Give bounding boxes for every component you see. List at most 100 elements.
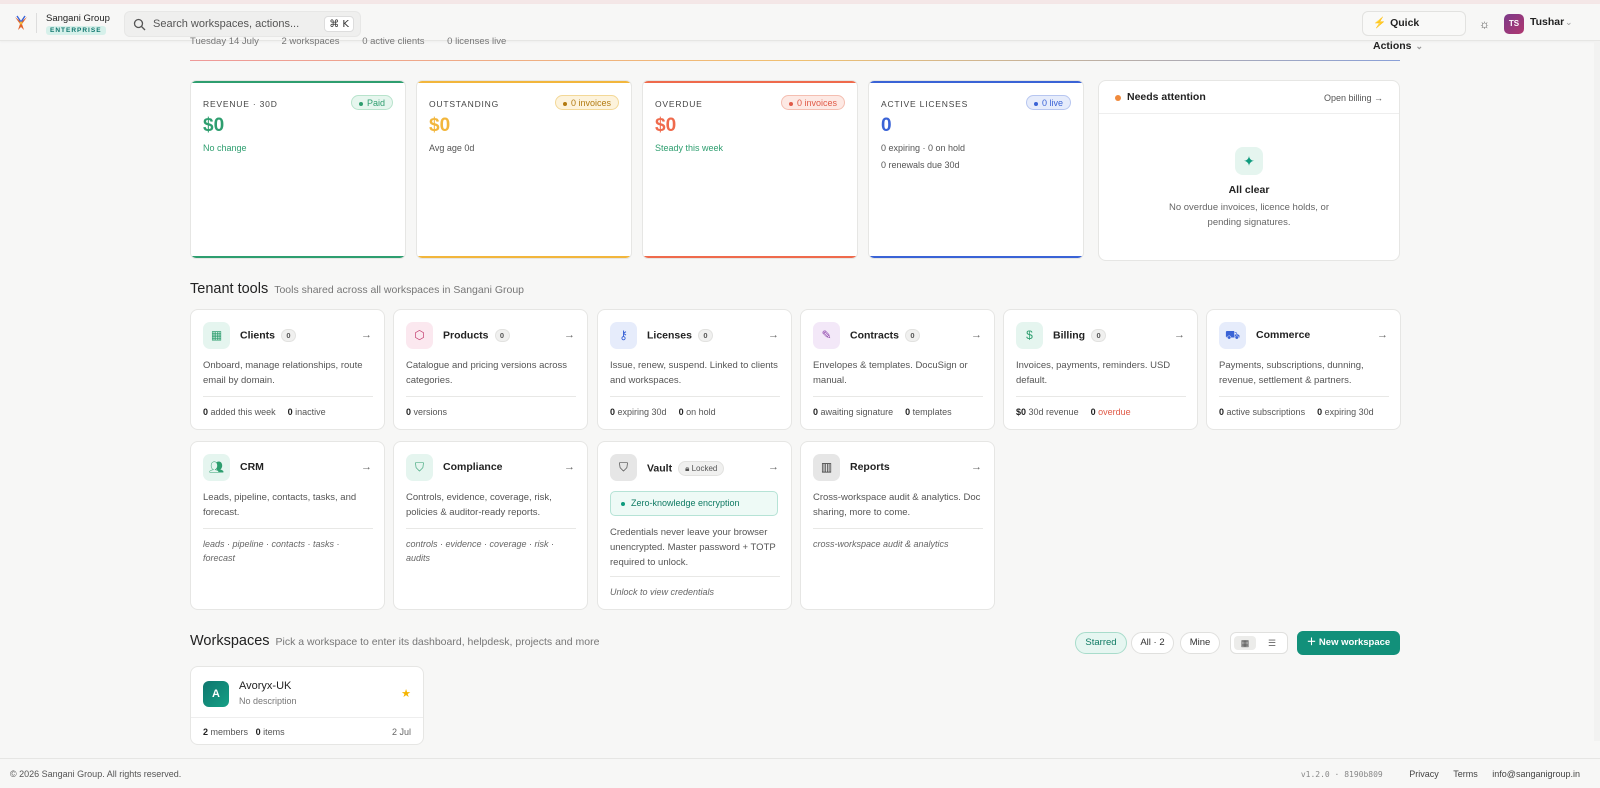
search-shortcut: ⌘ K <box>324 16 354 32</box>
arrow-right-icon[interactable]: → <box>564 329 575 341</box>
divider <box>191 717 423 718</box>
arrow-right-icon[interactable]: → <box>768 461 779 473</box>
search-input[interactable]: Search workspaces, actions... ⌘ K <box>124 11 361 37</box>
tool-footer: 0 expiring 30d 0 on hold <box>610 407 716 417</box>
section-title: Tenant tools <box>190 281 269 297</box>
tool-name: Billing <box>1053 329 1086 342</box>
tool-card-clients[interactable]: ▦ Clients 0 → Onboard, manage relationshi… <box>190 309 385 430</box>
tool-desc: Payments, subscriptions, dunning, revenu… <box>1219 360 1364 386</box>
building-icon: ▦ <box>203 322 230 349</box>
tool-footer: 0 versions <box>406 407 448 417</box>
status-badge: 0 invoices <box>780 95 845 110</box>
divider <box>813 528 983 529</box>
divider <box>36 13 37 33</box>
arrow-right-icon[interactable]: → <box>361 461 372 473</box>
zero-knowledge-badge: Zero-knowledge encryption <box>610 491 778 516</box>
tool-card-vault[interactable]: ⛉ Vault 🔒︎ Locked → Zero-knowledge encryp… <box>597 441 792 610</box>
scrollbar[interactable] <box>1594 41 1600 741</box>
kpi-licenses[interactable]: ACTIVE LICENSES 0 live 0 0 expiring · 0 … <box>868 80 1084 259</box>
avatar[interactable]: TS <box>1504 14 1524 34</box>
brand-logo-icon[interactable] <box>12 14 30 32</box>
bolt-icon: ⚡ <box>1373 17 1387 29</box>
tool-card-commerce[interactable]: ⛟ Commerce → Payments, subscriptions, du… <box>1206 309 1401 430</box>
kpi-value: 0 <box>881 115 892 136</box>
arrow-right-icon[interactable]: → <box>768 329 779 341</box>
panel-title: Needs attention <box>1127 91 1206 103</box>
filter-all[interactable]: All · 2 <box>1131 632 1174 654</box>
status-badge: 0 live <box>1025 95 1071 110</box>
count-badge: 0 <box>494 329 510 342</box>
tool-card-crm[interactable]: 👥︎ CRM → Leads, pipeline, contacts, task… <box>190 441 385 610</box>
arrow-right-icon[interactable]: → <box>971 461 982 473</box>
tenant-tools-heading: Tenant tools Tools shared across all work… <box>190 281 524 297</box>
kpi-sub: Avg age 0d <box>429 143 475 153</box>
tool-name: Contracts <box>850 329 900 342</box>
tool-card-compliance[interactable]: ⛉ Compliance → Controls, evidence, cover… <box>393 441 588 610</box>
tool-card-reports[interactable]: ▥ Reports → Cross-workspace audit & anal… <box>800 441 995 610</box>
user-name[interactable]: Tushar <box>1530 16 1564 28</box>
workspace-stats: 2 members 0 items <box>203 727 285 737</box>
locked-badge: 🔒︎ Locked <box>678 461 725 476</box>
kpi-label: REVENUE · 30D <box>203 99 278 109</box>
workspace-name: Avoryx-UK <box>239 680 292 692</box>
tool-desc: Envelopes & templates. DocuSign or manua… <box>813 360 968 386</box>
user-menu-chevron-icon[interactable]: ⌄ <box>1565 17 1573 28</box>
kpi-value: $0 <box>429 115 451 136</box>
tool-card-licenses[interactable]: ⚷ Licenses 0 → Issue, renew, suspend. Lin… <box>597 309 792 430</box>
arrow-right-icon[interactable]: → <box>1377 329 1388 341</box>
divider <box>203 396 373 397</box>
open-billing-link[interactable]: Open billing → <box>1324 93 1383 103</box>
tool-footer: 0 active subscriptions 0 expiring 30d <box>1219 407 1374 417</box>
brand: Sangani Group ENTERPRISE <box>46 13 110 35</box>
kpi-label: ACTIVE LICENSES <box>881 99 969 109</box>
new-workspace-button[interactable]: ＋ New workspace <box>1297 631 1400 655</box>
kpi-outstanding[interactable]: OUTSTANDING 0 invoices $0 Avg age 0d <box>416 80 632 259</box>
tool-tags: controls · evidence · coverage · risk · … <box>406 539 555 563</box>
tool-name: Vault <box>647 462 673 475</box>
star-icon[interactable]: ★ <box>401 687 411 700</box>
arrow-right-icon[interactable]: → <box>564 461 575 473</box>
copyright: © 2026 Sangani Group. All rights reserve… <box>10 769 182 779</box>
status-badge: 0 invoices <box>554 95 619 110</box>
summary-workspaces: 2 workspaces <box>281 36 340 47</box>
arrow-right-icon[interactable]: → <box>361 329 372 341</box>
filter-starred[interactable]: Starred <box>1075 632 1127 654</box>
quick-actions-button[interactable]: ⚡ Quick Actions ⌄ <box>1362 11 1466 52</box>
arrow-right-icon[interactable]: → <box>971 329 982 341</box>
tool-card-products[interactable]: ⬡ Products 0 → Catalogue and pricing vers… <box>393 309 588 430</box>
email-link[interactable]: info@sanganigroup.in <box>1492 769 1580 779</box>
list-view-icon[interactable]: ☰ <box>1261 636 1283 650</box>
workspace-card[interactable]: A Avoryx-UK No description ★ 2 members 0… <box>190 666 424 745</box>
theme-toggle-sun-icon[interactable]: ☼ <box>1479 17 1490 31</box>
all-clear-desc: No overdue invoices, licence holds, or p… <box>1168 202 1329 228</box>
arrow-right-icon[interactable]: → <box>1174 329 1185 341</box>
summary-line: Tuesday 14 July 2 workspaces 0 active cl… <box>190 36 526 47</box>
tool-name: CRM <box>240 461 264 473</box>
search-placeholder: Search workspaces, actions... <box>153 18 300 30</box>
kpi-sub: 0 expiring · 0 on hold <box>881 143 966 153</box>
tool-card-billing[interactable]: $ Billing 0 → Invoices, payments, reminde… <box>1003 309 1198 430</box>
divider <box>406 528 576 529</box>
workspace-desc: No description <box>239 696 297 706</box>
brand-name: Sangani Group <box>46 13 110 24</box>
workspaces-heading: Workspaces Pick a workspace to enter its … <box>190 633 599 649</box>
needs-attention-panel: Needs attention Open billing → ✦ All cle… <box>1098 80 1400 261</box>
grid-view-icon[interactable]: ▦ <box>1234 636 1256 650</box>
brand-tier-badge: ENTERPRISE <box>46 26 106 35</box>
bar-chart-icon: ▥ <box>813 454 840 481</box>
tool-card-contracts[interactable]: ✎ Contracts 0 → Envelopes & templates. Do… <box>800 309 995 430</box>
status-badge: Paid <box>350 95 393 110</box>
kpi-overdue[interactable]: OVERDUE 0 invoices $0 Steady this week <box>642 80 858 259</box>
panel-header: Needs attention Open billing → <box>1099 81 1399 114</box>
key-icon: ⚷ <box>610 322 637 349</box>
all-clear-text: All clear <box>1228 184 1270 196</box>
tool-name: Clients <box>240 329 276 342</box>
tool-name: Compliance <box>443 461 503 473</box>
filter-mine[interactable]: Mine <box>1180 632 1220 654</box>
box-icon: ⬡ <box>406 322 433 349</box>
kpi-revenue[interactable]: REVENUE · 30D Paid $0 No change <box>190 80 406 259</box>
terms-link[interactable]: Terms <box>1453 769 1478 779</box>
kpi-label: OUTSTANDING <box>429 99 500 109</box>
summary-date: Tuesday 14 July <box>190 36 259 47</box>
privacy-link[interactable]: Privacy <box>1409 769 1439 779</box>
